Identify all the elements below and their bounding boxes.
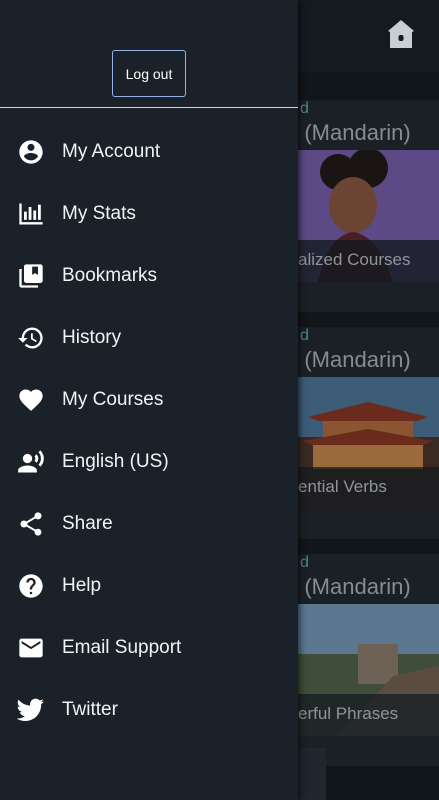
card-tag: d (300, 554, 309, 571)
drawer-divider (0, 107, 298, 108)
card-title: e (Mandarin) (286, 574, 411, 599)
voice-language-icon (17, 448, 45, 476)
card-caption: alized Courses (298, 250, 411, 269)
menu-item-label: Share (62, 513, 113, 534)
menu-item-label: Twitter (62, 699, 118, 720)
menu-item-share[interactable]: Share (0, 493, 298, 555)
menu-item-label: English (US) (62, 451, 169, 472)
menu-item-my-stats[interactable]: My Stats (0, 183, 298, 245)
menu-item-label: My Stats (62, 203, 136, 224)
twitter-icon (17, 696, 45, 724)
share-icon (17, 510, 45, 538)
card-tag: d (300, 327, 309, 344)
navigation-drawer: Log out My Account My Stats Bookmarks Hi… (0, 0, 298, 800)
menu-item-help[interactable]: Help (0, 555, 298, 617)
drawer-menu: My Account My Stats Bookmarks History My (0, 121, 298, 741)
menu-item-language[interactable]: English (US) (0, 431, 298, 493)
menu-item-history[interactable]: History (0, 307, 298, 369)
card-tag: d (300, 100, 309, 117)
menu-item-label: Help (62, 575, 102, 596)
card-caption: erful Phrases (298, 704, 399, 723)
logout-button[interactable]: Log out (112, 50, 186, 97)
card-caption-bar: alized Courses (298, 240, 439, 282)
bar-chart-icon (17, 200, 45, 228)
card-title: e (Mandarin) (286, 347, 411, 372)
email-icon (17, 634, 45, 662)
course-card[interactable]: d e (Mandarin) erful Phrases (280, 554, 439, 766)
menu-item-my-account[interactable]: My Account (0, 121, 298, 183)
card-caption: ential Verbs (298, 477, 387, 496)
menu-item-label: My Account (62, 141, 161, 162)
heart-icon (17, 386, 45, 414)
course-card[interactable]: d e (Mandarin) alized Courses (280, 100, 439, 312)
menu-item-label: My Courses (62, 389, 164, 410)
menu-item-my-courses[interactable]: My Courses (0, 369, 298, 431)
menu-item-twitter[interactable]: Twitter (0, 679, 298, 741)
card-caption-bar: ential Verbs (298, 467, 439, 509)
account-circle-icon (17, 138, 45, 166)
help-icon (17, 572, 45, 600)
menu-item-bookmarks[interactable]: Bookmarks (0, 245, 298, 307)
menu-item-email-support[interactable]: Email Support (0, 617, 298, 679)
home-icon[interactable] (386, 18, 416, 50)
history-icon (17, 324, 45, 352)
card-caption-bar: erful Phrases (298, 694, 439, 736)
menu-item-label: Email Support (62, 637, 182, 658)
menu-item-label: Bookmarks (62, 265, 158, 286)
card-title: e (Mandarin) (286, 120, 411, 145)
bookmarks-icon (17, 262, 45, 290)
menu-item-label: History (62, 327, 122, 348)
course-card[interactable]: d e (Mandarin) ential Verbs (280, 327, 439, 539)
